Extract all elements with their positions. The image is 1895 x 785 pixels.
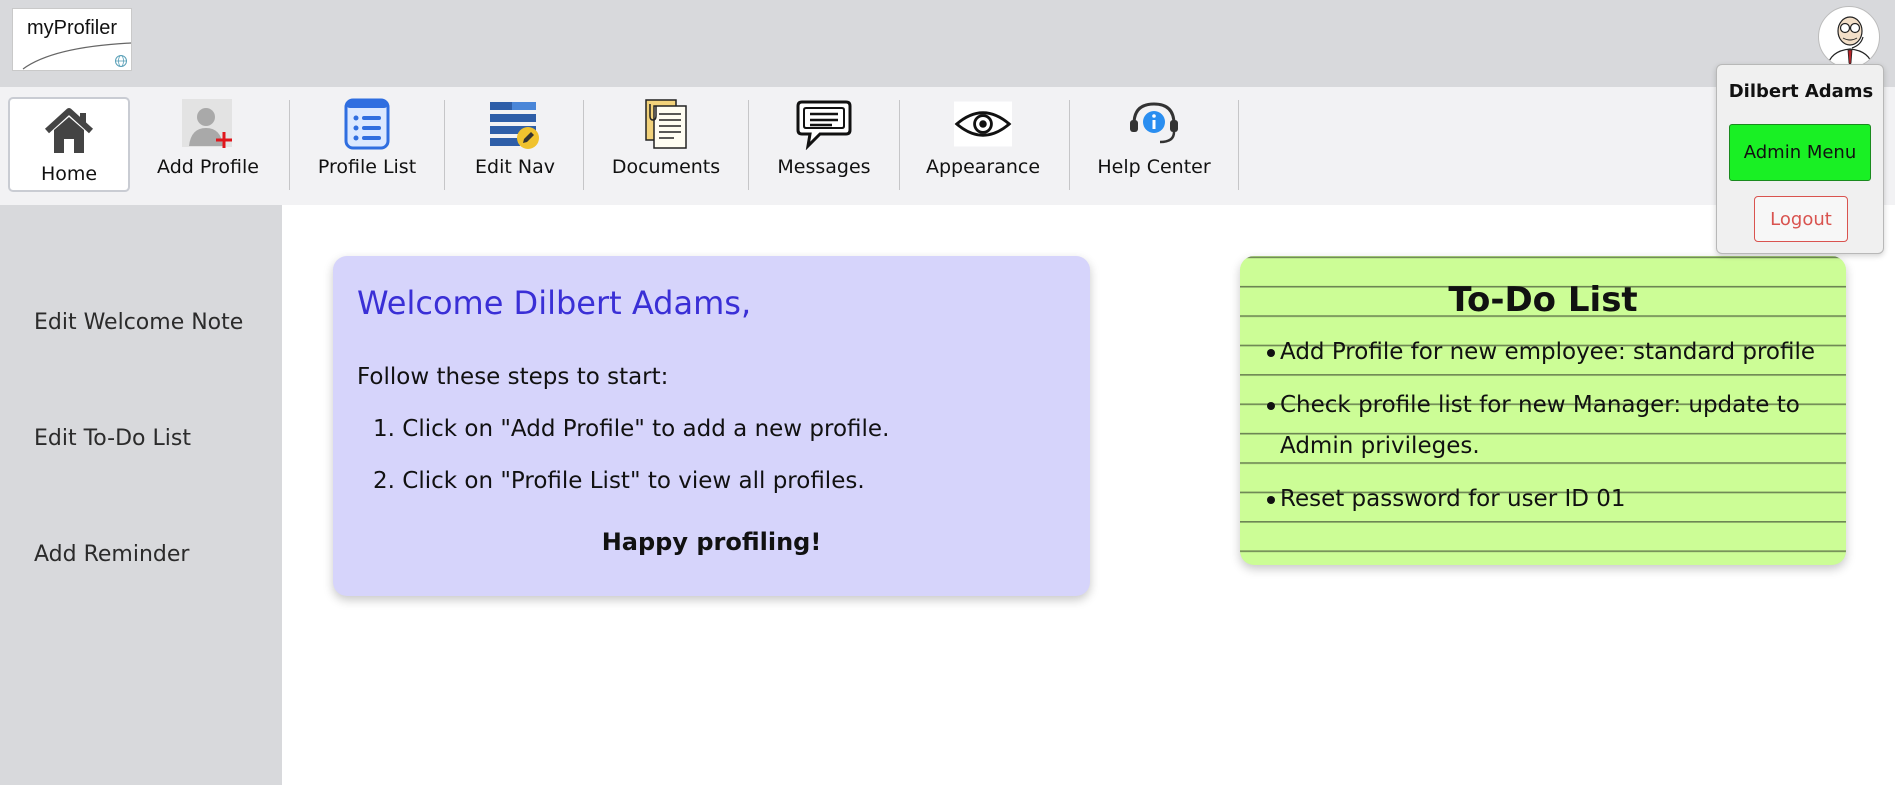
nav-label: Documents: [611, 156, 721, 178]
sidebar-item-add-reminder[interactable]: Add Reminder: [34, 542, 189, 567]
sidebar-item-edit-welcome-note[interactable]: Edit Welcome Note: [34, 310, 243, 335]
admin-menu-button[interactable]: Admin Menu: [1729, 124, 1871, 181]
todo-item-text: Check profile list for new Manager: upda…: [1280, 392, 1800, 459]
todo-item: Check profile list for new Manager: upda…: [1267, 385, 1840, 467]
nav-label: Edit Nav: [475, 156, 555, 178]
todo-card: To-Do List Add Profile for new employee:…: [1240, 256, 1846, 565]
todo-item: Add Profile for new employee: standard p…: [1267, 332, 1840, 373]
nav-label: Profile List: [317, 156, 417, 178]
add-profile-icon: [178, 98, 238, 150]
bullet: [1267, 402, 1275, 410]
welcome-card: Welcome Dilbert Adams, Follow these step…: [333, 256, 1090, 596]
nav-home[interactable]: Home: [8, 97, 130, 192]
nav-divider: [444, 100, 445, 190]
help-center-icon: [1124, 98, 1184, 150]
user-menu: Dilbert Adams Admin Menu Logout: [1716, 64, 1884, 254]
nav-label: Help Center: [1097, 156, 1211, 178]
nav-divider: [1069, 100, 1070, 190]
nav-label: Home: [40, 163, 98, 185]
todo-title: To-Do List: [1448, 280, 1638, 320]
logo-text: myProfiler: [27, 17, 118, 39]
nav-divider: [1238, 100, 1239, 190]
nav-divider: [748, 100, 749, 190]
nav-divider: [899, 100, 900, 190]
sidebar-item-edit-todo-list[interactable]: Edit To-Do List: [34, 426, 191, 451]
nav-label: Appearance: [925, 156, 1041, 178]
nav-label: Add Profile: [157, 156, 259, 178]
nav-divider: [583, 100, 584, 190]
welcome-footer: Happy profiling!: [601, 528, 822, 556]
nav-appearance[interactable]: Appearance: [924, 98, 1042, 182]
todo-item-text: Reset password for user ID 01: [1280, 486, 1626, 512]
profile-list-icon: [337, 98, 397, 150]
nav-documents[interactable]: Documents: [608, 98, 724, 182]
nav-profile-list[interactable]: Profile List: [314, 98, 420, 182]
top-bar: myProfiler: [0, 0, 1895, 87]
bullet: [1267, 349, 1275, 357]
main-nav: Home Add Profile Profile List Edit Nav D…: [0, 87, 1895, 205]
nav-label: Messages: [777, 156, 871, 178]
user-avatar-icon[interactable]: [1818, 6, 1880, 68]
globe-icon: [115, 55, 127, 67]
home-icon: [39, 105, 99, 157]
nav-messages[interactable]: Messages: [772, 98, 876, 182]
nav-add-profile[interactable]: Add Profile: [152, 98, 264, 182]
welcome-title: Welcome Dilbert Adams,: [357, 284, 752, 322]
nav-edit-nav[interactable]: Edit Nav: [468, 98, 562, 182]
messages-icon: [794, 98, 854, 150]
user-name: Dilbert Adams: [1728, 81, 1874, 102]
nav-help-center[interactable]: Help Center: [1094, 98, 1214, 182]
welcome-step: 2. Click on "Profile List" to view all p…: [373, 468, 865, 494]
welcome-step: 1. Click on "Add Profile" to add a new p…: [373, 416, 890, 442]
welcome-intro: Follow these steps to start:: [357, 364, 669, 390]
edit-nav-icon: [485, 98, 545, 150]
todo-item: Reset password for user ID 01: [1267, 479, 1840, 520]
sidebar: Edit Welcome Note Edit To-Do List Add Re…: [0, 205, 282, 785]
nav-divider: [289, 100, 290, 190]
app-logo[interactable]: myProfiler: [12, 8, 132, 71]
eye-icon: [953, 98, 1013, 150]
documents-icon: [636, 98, 696, 150]
todo-item-text: Add Profile for new employee: standard p…: [1280, 339, 1816, 365]
logout-button[interactable]: Logout: [1754, 196, 1848, 242]
bullet: [1267, 496, 1275, 504]
